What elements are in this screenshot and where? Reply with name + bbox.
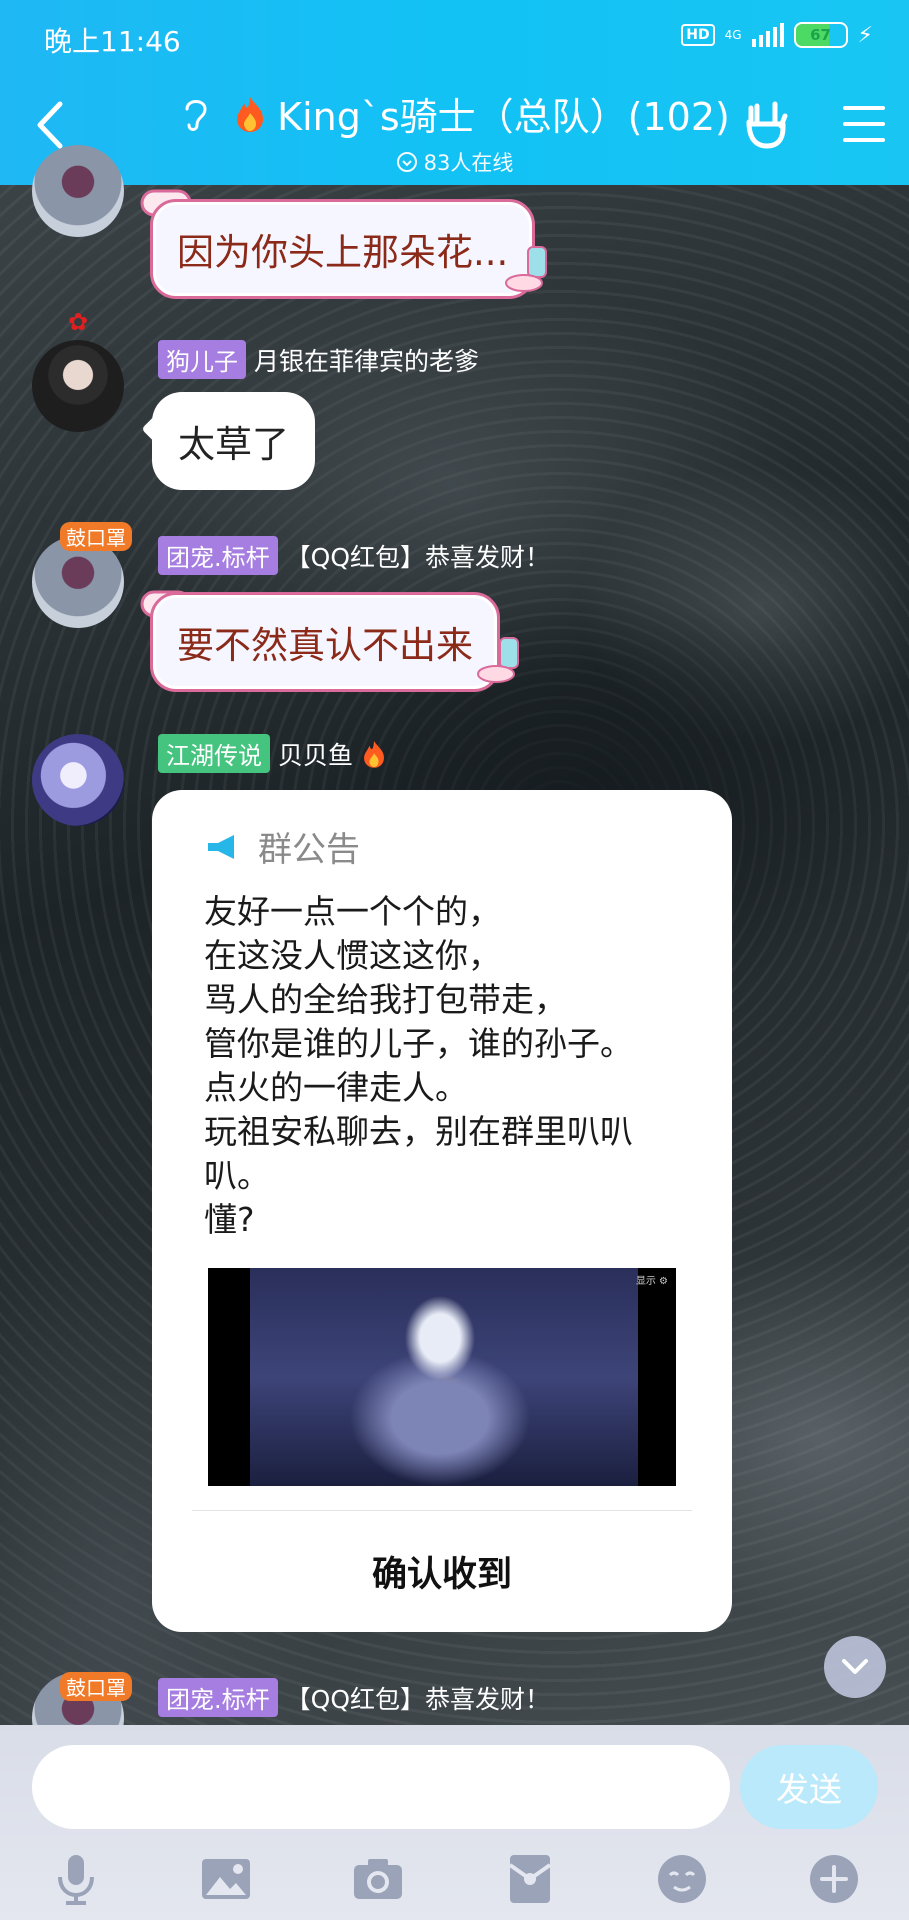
chat-bubble[interactable]: 太草了 [152,392,315,490]
send-button[interactable]: 发送 [740,1745,878,1829]
confirm-received-button[interactable]: 确认收到 [152,1546,732,1597]
microphone-icon[interactable] [48,1851,104,1907]
sender-name[interactable]: 【QQ红包】恭喜发财！ [286,1680,550,1716]
sender-row: 团宠.标杆 【QQ红包】恭喜发财！ [158,1678,550,1717]
avatar[interactable] [32,145,124,237]
plus-icon[interactable] [806,1851,862,1907]
notice-line: 在这没人惯这这你， [204,936,501,975]
divider [192,1510,692,1511]
notice-image[interactable]: 显示 ⚙ [208,1268,676,1486]
online-count: 83人在线 [423,151,514,175]
input-toolbar [0,1851,909,1911]
sender-name[interactable]: 月银在菲律宾的老爹 [254,342,479,378]
status-icons: HD 4G 67 ⚡ [681,22,873,48]
charging-icon: ⚡ [857,22,873,48]
notice-title: 群公告 [258,830,360,870]
fire-icon [237,96,264,132]
chat-bubble[interactable]: 因为你头上那朵花... [150,199,536,299]
notice-body: 友好一点一个个的， 在这没人惯这这你， 骂人的全给我打包带走， 管你是谁的儿子，… [204,890,704,1242]
menu-icon[interactable] [843,104,885,144]
notice-line: 玩祖安私聊去，别在群里叭叭 [204,1112,633,1151]
sender-row: 江湖传说 贝贝鱼 [158,734,387,773]
notice-line: 友好一点一个个的， [204,892,501,931]
hand-gesture-icon[interactable] [741,100,791,150]
sender-name[interactable]: 【QQ红包】恭喜发财！ [286,538,550,574]
anime-artwork [250,1268,638,1486]
fire-icon [364,740,384,768]
image-icon[interactable] [198,1851,254,1907]
avatar[interactable] [32,340,124,432]
hd-icon: HD [681,24,715,46]
chat-bubble[interactable]: 要不然真认不出来 [150,592,500,692]
mask-badge: 鼓口罩 [60,1672,132,1701]
group-notice-card[interactable]: 群公告 友好一点一个个的， 在这没人惯这这你， 骂人的全给我打包带走， 管你是谁… [152,790,732,1632]
sender-row: 狗儿子 月银在菲律宾的老爹 [158,340,479,379]
soap-bottle-icon [477,637,519,683]
signal-icon [751,23,784,47]
megaphone-icon [208,834,234,859]
online-icon [396,152,417,172]
member-tag: 团宠.标杆 [158,536,278,575]
flower-icon: ✿ [68,308,89,336]
sender-row: 团宠.标杆 【QQ红包】恭喜发财！ [158,536,550,575]
soap-bottle-icon [505,246,547,292]
chat-header: 晚上11:46 HD 4G 67 ⚡ King`s骑士（总队）(102) 83人… [0,0,909,185]
mask-badge: 鼓口罩 [60,522,132,551]
notice-header: 群公告 [206,822,360,871]
member-tag: 狗儿子 [158,340,246,379]
sender-name[interactable]: 贝贝鱼 [278,736,353,772]
notice-line: 点火的一律走人。 [204,1068,468,1107]
message-input[interactable] [32,1745,730,1829]
notice-line: 管你是谁的儿子，谁的孙子。 [204,1024,633,1063]
member-tag: 江湖传说 [158,734,270,773]
emoji-icon[interactable] [654,1851,710,1907]
avatar[interactable] [32,734,124,826]
ear-icon [185,99,207,131]
notice-line: 懂? [204,1200,255,1239]
member-tag: 团宠.标杆 [158,1678,278,1717]
image-watermark: 显示 ⚙ [635,1276,668,1287]
status-time: 晚上11:46 [44,25,181,58]
notice-line: 叭。 [204,1156,270,1195]
camera-icon[interactable] [350,1851,406,1907]
red-packet-icon[interactable] [502,1851,558,1907]
notice-line: 骂人的全给我打包带走， [204,980,567,1019]
network-type: 4G [724,28,742,42]
message-item: 鼓口罩 团宠.标杆 【QQ红包】恭喜发财！ [0,1672,909,1725]
group-title: King`s骑士（总队）(102) [277,95,730,139]
input-bar: 发送 [0,1725,909,1920]
battery-icon: 67 [793,22,848,48]
